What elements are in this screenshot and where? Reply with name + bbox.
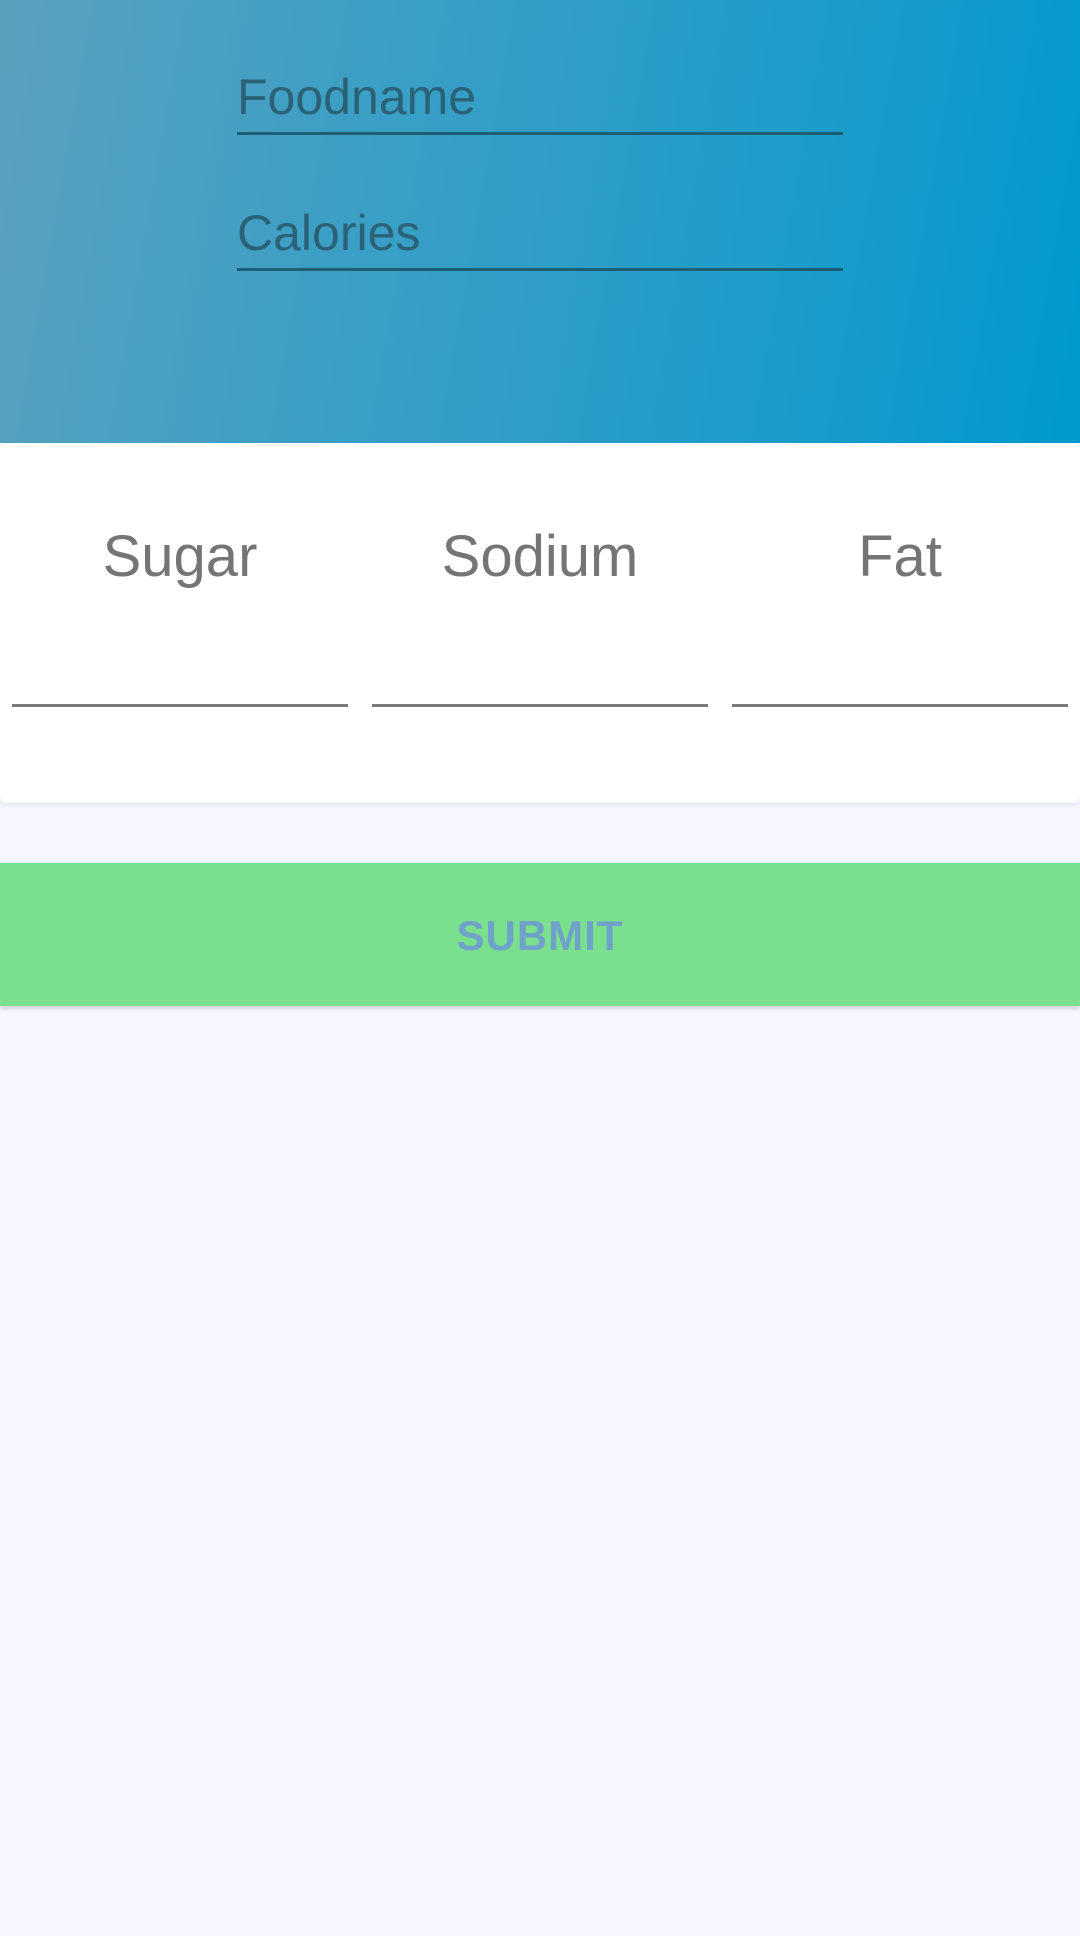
sodium-label: Sodium [441, 524, 639, 589]
sodium-column: Sodium [372, 443, 708, 803]
foodname-input[interactable] [237, 68, 843, 126]
fat-label: Fat [858, 524, 942, 589]
fat-input[interactable] [732, 633, 1068, 707]
foodname-field[interactable] [237, 55, 843, 135]
header-panel [0, 0, 1080, 443]
sodium-input[interactable] [372, 633, 708, 707]
nutrients-card: Sugar Sodium Fat [0, 443, 1080, 803]
sugar-label: Sugar [102, 524, 258, 589]
sugar-input[interactable] [12, 633, 348, 707]
sugar-column: Sugar [12, 443, 348, 803]
fat-column: Fat [732, 443, 1068, 803]
submit-button[interactable]: SUBMIT [0, 863, 1080, 1006]
calories-field[interactable] [237, 191, 843, 271]
calories-input[interactable] [237, 204, 843, 262]
